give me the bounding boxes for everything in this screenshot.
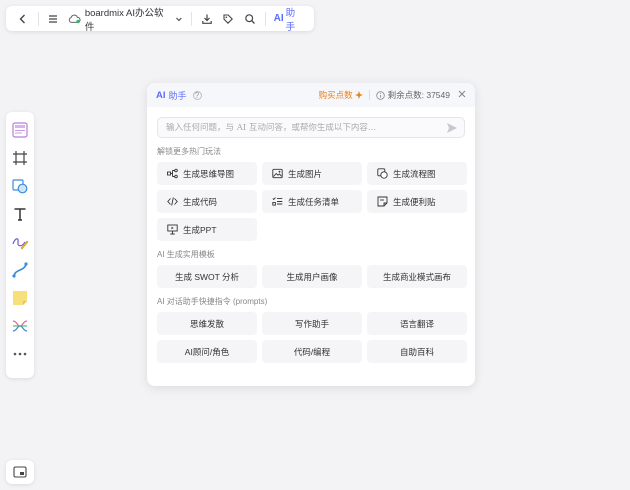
remaining-points: 剩余点数: 37549 [375,89,450,101]
cloud-sync-icon [68,14,81,23]
more-icon[interactable] [9,343,31,365]
generate-flowchart-button[interactable]: 生成流程图 [367,162,467,185]
presentation-icon [167,224,178,235]
text-icon[interactable] [9,203,31,225]
sticky-note-icon [377,196,388,207]
flowchart-icon [377,168,388,179]
top-toolbar: boardmix AI办公软件 AI 助手 [6,5,314,33]
generate-image-button[interactable]: 生成图片 [262,162,362,185]
generate-ppt-button[interactable]: 生成PPT [157,218,257,241]
card-label: 生成流程图 [393,168,436,179]
left-toolbar [6,112,34,378]
menu-icon[interactable] [43,8,65,30]
mindmap-tool-icon[interactable] [9,315,31,337]
sparkle-icon [354,91,363,99]
tag-icon[interactable] [218,8,240,30]
panel-title-ai: AI [156,89,166,101]
ai-assistant-button[interactable]: AI 助手 [270,5,308,33]
card-label: 生成思维导图 [183,168,235,179]
buy-points-label: 购买点数 [318,90,353,100]
divider [37,11,39,26]
ai-prompt-input[interactable] [166,122,446,133]
sticky-note-icon[interactable] [9,287,31,309]
ai-assistant-panel: AI 助手 ? 购买点数 剩余点数: 37549 解锁更多热门玩法 生成思维导图… [147,83,475,386]
download-icon[interactable] [196,8,218,30]
section-title-hot-features: 解锁更多热门玩法 [157,147,221,156]
back-icon[interactable] [12,8,34,30]
prompt-encyclopedia-button[interactable]: 自助百科 [367,340,467,363]
mindmap-icon [167,168,178,179]
remaining-points-label: 剩余点数: 37549 [387,90,450,100]
buy-points-link[interactable]: 购买点数 [319,89,363,101]
ai-prompt-box [157,117,465,138]
templates-grid: 生成 SWOT 分析 生成用户画像 生成商业模式画布 [157,265,475,288]
card-label: 生成任务清单 [288,196,340,207]
generate-task-list-button[interactable]: 生成任务清单 [262,190,362,213]
help-icon[interactable]: ? [192,90,202,100]
section-title-prompts: AI 对话助手快捷指令 (prompts) [157,297,268,306]
user-persona-button[interactable]: 生成用户画像 [262,265,362,288]
minimap-button[interactable] [6,460,34,484]
section-title-templates: AI 生成实用模板 [157,250,215,259]
prompt-coding-button[interactable]: 代码/编程 [262,340,362,363]
minimap-icon [13,466,27,478]
shape-icon[interactable] [9,175,31,197]
generate-mindmap-button[interactable]: 生成思维导图 [157,162,257,185]
prompt-translate-button[interactable]: 语言翻译 [367,312,467,335]
chevron-down-icon [176,17,182,21]
search-icon[interactable] [239,8,261,30]
hot-features-grid: 生成思维导图 生成图片 生成流程图 生成代码 生成任务清单 生成便利贴 生成PP… [157,162,475,241]
pen-icon[interactable] [9,231,31,253]
file-name-button[interactable]: boardmix AI办公软件 [64,5,187,33]
business-model-canvas-button[interactable]: 生成商业模式画布 [367,265,467,288]
card-label: 生成PPT [183,224,217,235]
checklist-icon [272,197,283,206]
file-name: boardmix AI办公软件 [84,7,164,33]
generate-sticky-note-button[interactable]: 生成便利贴 [367,190,467,213]
divider [368,90,370,100]
ai-label: AI [273,13,284,24]
panel-header: AI 助手 ? 购买点数 剩余点数: 37549 [147,83,475,107]
connector-icon[interactable] [9,259,31,281]
prompt-writing-assistant-button[interactable]: 写作助手 [262,312,362,335]
generate-code-button[interactable]: 生成代码 [157,190,257,213]
card-label: 生成便利贴 [393,196,436,207]
code-icon [167,197,178,206]
info-icon [375,90,385,100]
panel-title: AI 助手 ? [156,89,202,102]
swot-analysis-button[interactable]: 生成 SWOT 分析 [157,265,257,288]
divider [190,11,192,26]
panel-title-sub: 助手 [168,90,187,101]
divider [264,11,266,26]
prompt-ai-advisor-button[interactable]: AI顾问/角色 [157,340,257,363]
card-label: 生成代码 [183,196,218,207]
prompts-grid: 思维发散 写作助手 语言翻译 AI顾问/角色 代码/编程 自助百科 [157,312,475,363]
close-icon[interactable] [458,90,466,101]
image-icon [272,168,283,179]
card-label: 生成图片 [288,168,323,179]
frame-icon[interactable] [9,147,31,169]
ai-sub-label: 助手 [285,7,296,33]
prompt-brainstorm-button[interactable]: 思维发散 [157,312,257,335]
send-icon[interactable] [446,122,458,134]
template-icon[interactable] [9,119,31,141]
